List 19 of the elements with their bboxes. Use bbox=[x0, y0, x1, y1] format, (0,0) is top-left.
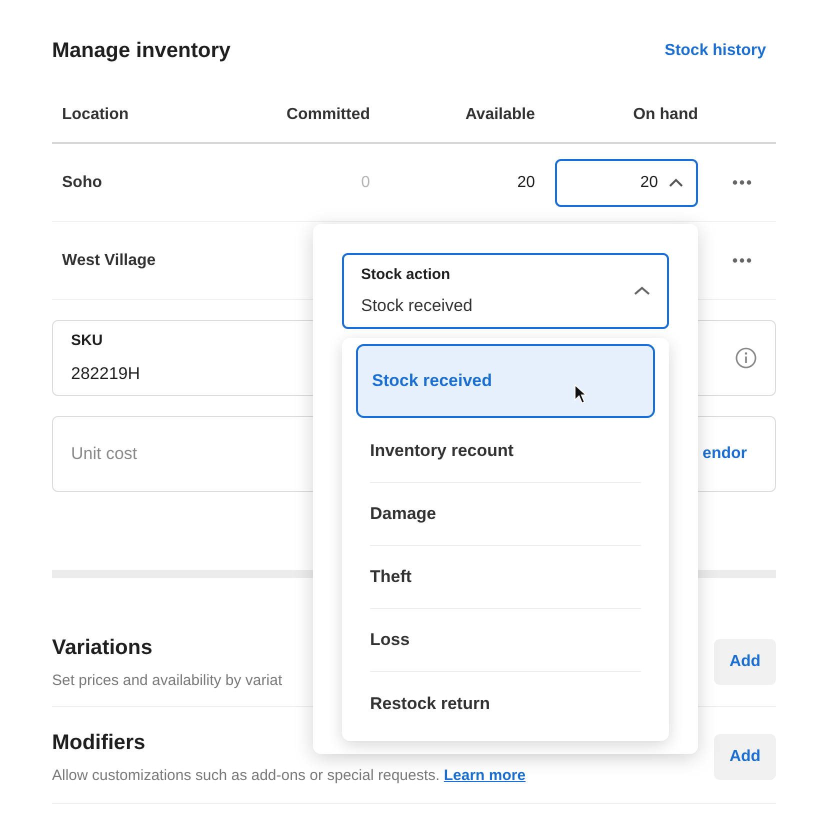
field-placeholder: Unit cost bbox=[71, 443, 138, 466]
committed-value: 0 bbox=[360, 172, 370, 192]
section-title: Variations bbox=[52, 635, 154, 661]
section-description: Set prices and availability by variat bbox=[52, 670, 282, 690]
field-value: 282219H bbox=[71, 362, 140, 384]
field-value: Stock received bbox=[361, 294, 472, 316]
column-header: Committed bbox=[285, 105, 370, 125]
column-header: Location bbox=[61, 105, 130, 125]
section-description: Allow customizations such as add-ons or special requests. Learn more bbox=[52, 766, 526, 786]
column-header: On hand bbox=[632, 105, 698, 125]
location-name: Soho bbox=[61, 172, 103, 192]
field-label: SKU bbox=[71, 331, 104, 351]
on-hand-value: 20 bbox=[640, 172, 658, 192]
section-title: Manage inventory bbox=[52, 38, 231, 64]
column-header: Available bbox=[464, 105, 535, 125]
section-title: Modifiers bbox=[52, 730, 146, 756]
location-name: West Village bbox=[61, 250, 157, 270]
available-value: 20 bbox=[516, 172, 535, 192]
field-label: Stock action bbox=[361, 265, 452, 285]
